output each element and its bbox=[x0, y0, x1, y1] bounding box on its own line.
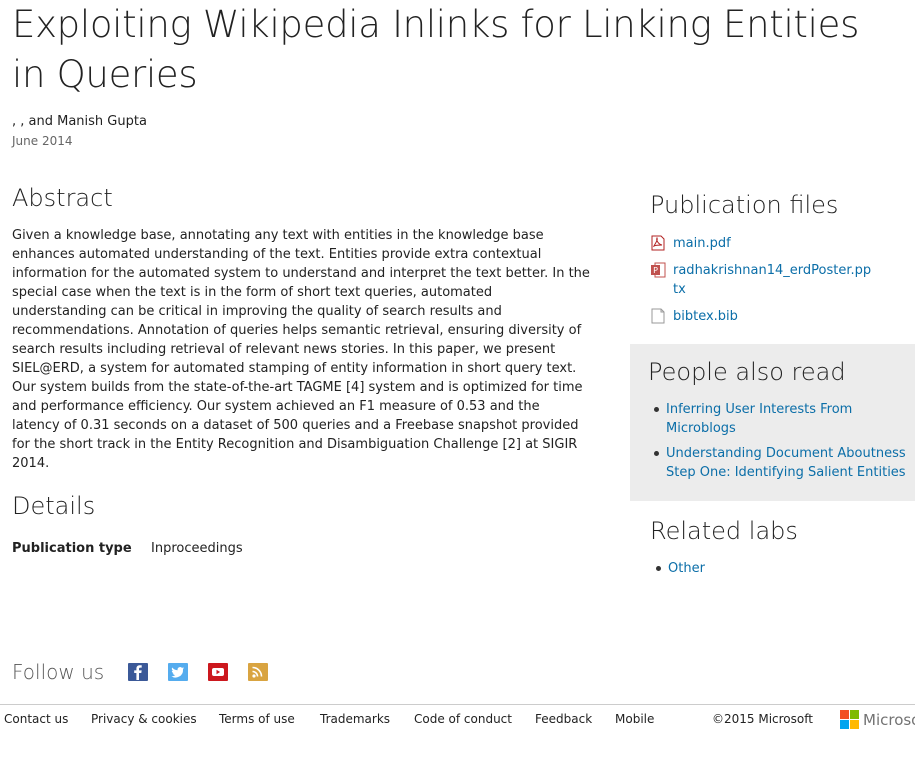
list-item: Understanding Document Aboutness Step On… bbox=[654, 444, 911, 482]
page-title: Exploiting Wikipedia Inlinks for Linking… bbox=[12, 3, 860, 96]
follow-us-label: Follow us bbox=[12, 660, 105, 684]
related-labs-list: Other bbox=[656, 559, 705, 578]
publication-files-heading: Publication files bbox=[650, 191, 839, 219]
microsoft-logo-icon bbox=[840, 710, 859, 729]
facebook-icon[interactable] bbox=[128, 663, 148, 681]
people-also-read-list: Inferring User Interests From Microblogs… bbox=[654, 400, 911, 482]
copyright: ©2015 Microsoft bbox=[712, 712, 813, 726]
related-article-link[interactable]: Inferring User Interests From Microblogs bbox=[666, 402, 852, 436]
footer-link-trademarks[interactable]: Trademarks bbox=[320, 712, 390, 726]
related-labs-heading: Related labs bbox=[650, 517, 798, 545]
pptx-icon: P bbox=[651, 262, 666, 278]
detail-value: Inproceedings bbox=[151, 541, 243, 556]
twitter-icon[interactable] bbox=[168, 663, 188, 681]
footer-link-code-of-conduct[interactable]: Code of conduct bbox=[414, 712, 512, 726]
footer-link-privacy[interactable]: Privacy & cookies bbox=[91, 712, 197, 726]
footer-link-mobile[interactable]: Mobile bbox=[615, 712, 654, 726]
details-heading: Details bbox=[12, 492, 96, 520]
footer-link-contact-us[interactable]: Contact us bbox=[4, 712, 68, 726]
microsoft-logo-text: Microsoft bbox=[863, 710, 915, 729]
rss-icon[interactable] bbox=[248, 663, 268, 681]
pdf-icon bbox=[651, 235, 665, 251]
people-also-read-heading: People also read bbox=[648, 358, 846, 386]
related-lab-link[interactable]: Other bbox=[668, 561, 705, 576]
footer-divider bbox=[0, 704, 915, 705]
microsoft-logo[interactable]: Microsoft bbox=[840, 710, 915, 729]
footer-link-terms[interactable]: Terms of use bbox=[219, 712, 295, 726]
svg-text:P: P bbox=[653, 266, 658, 275]
publication-date: June 2014 bbox=[12, 134, 73, 148]
list-item: Inferring User Interests From Microblogs bbox=[654, 400, 911, 438]
file-link[interactable]: bibtex.bib bbox=[673, 307, 738, 326]
youtube-icon[interactable] bbox=[208, 663, 228, 681]
list-item: Other bbox=[656, 559, 705, 578]
abstract-heading: Abstract bbox=[12, 184, 113, 212]
file-link[interactable]: radhakrishnan14_erdPoster.pptx bbox=[673, 261, 875, 299]
footer-link-feedback[interactable]: Feedback bbox=[535, 712, 592, 726]
file-item-bibtex[interactable]: bibtex.bib bbox=[650, 307, 738, 326]
abstract-text: Given a knowledge base, annotating any t… bbox=[12, 228, 590, 471]
detail-key: Publication type bbox=[12, 541, 132, 556]
file-item-pptx[interactable]: P radhakrishnan14_erdPoster.pptx bbox=[650, 261, 875, 299]
file-icon bbox=[651, 308, 665, 324]
related-article-link[interactable]: Understanding Document Aboutness Step On… bbox=[666, 446, 906, 480]
file-link[interactable]: main.pdf bbox=[673, 234, 731, 253]
authors: , , and Manish Gupta bbox=[12, 114, 147, 129]
detail-row-publication-type: Publication type Inproceedings bbox=[12, 541, 243, 556]
file-item-main-pdf[interactable]: main.pdf bbox=[650, 234, 731, 253]
